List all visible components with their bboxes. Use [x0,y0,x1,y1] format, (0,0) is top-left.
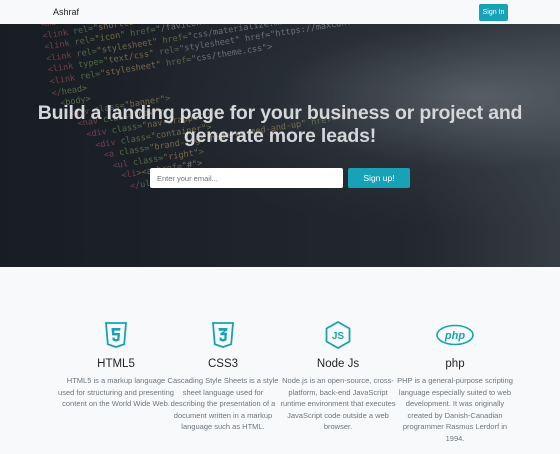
features-section: HTML5 HTML5 is a markup language used fo… [0,267,560,454]
nodejs-icon: JS [278,321,398,349]
feature-title: CSS3 [207,358,239,370]
hero-headline: Build a landing page for your business o… [0,102,560,148]
headline-line-1: Build a landing page for your business o… [37,102,523,124]
hero-section: <meta name="viewport" content="width=dev… [0,24,560,267]
headline-line-2: generate more leads! [183,125,377,147]
feature-title: Node Js [316,358,360,370]
brand-logo[interactable]: Ashraf [53,7,79,17]
feature-php: php php PHP is a general-purpose scripti… [395,321,515,445]
signup-form: Sign up! [150,168,410,188]
html5-icon [56,321,176,349]
feature-desc: HTML5 is a markup language used for stru… [58,376,174,409]
feature-html5: HTML5 HTML5 is a markup language used fo… [56,321,176,410]
svg-text:php: php [444,330,465,342]
feature-desc: PHP is a general-purpose scripting langu… [397,376,513,443]
email-input[interactable] [150,168,343,188]
feature-css3: CSS3 Cascading Style Sheets is a style s… [163,321,283,433]
feature-title: HTML5 [97,358,135,370]
feature-title: php [445,358,465,370]
css3-icon [163,321,283,349]
svg-text:JS: JS [332,331,345,342]
feature-desc: Cascading Style Sheets is a style sheet … [167,376,279,432]
feature-desc: Node.js is an open-source, cross-platfor… [280,376,396,432]
php-icon: php [395,321,515,349]
sign-in-button[interactable]: Sign In [479,3,508,21]
feature-nodejs: JS Node Js Node.js is an open-source, cr… [278,321,398,433]
signup-button[interactable]: Sign up! [348,168,410,188]
navbar: Ashraf Sign In [0,0,560,24]
